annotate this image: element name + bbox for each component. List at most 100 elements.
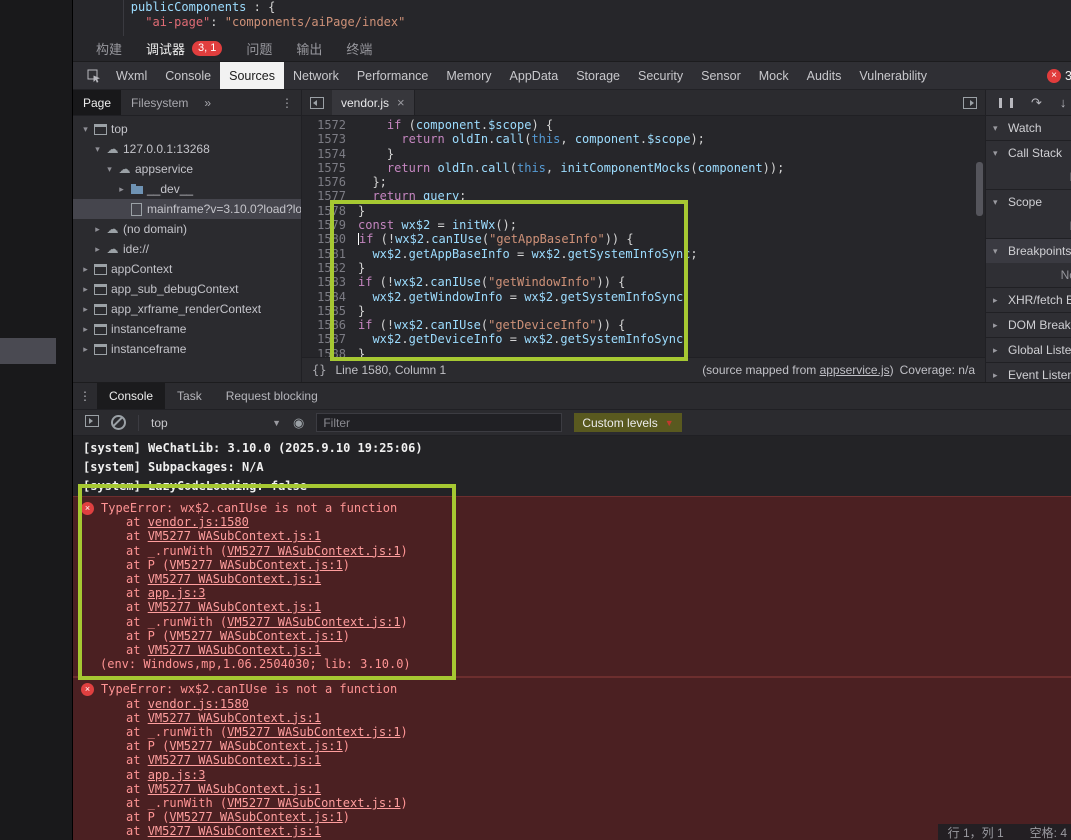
devtools-tab-mock[interactable]: Mock	[750, 62, 798, 89]
devtools-tab-sensor[interactable]: Sensor	[692, 62, 750, 89]
stack-frame-link[interactable]: VM5277 WASubContext.js:1	[148, 600, 321, 614]
line-number[interactable]: 1584	[302, 290, 358, 304]
console-sidebar-icon[interactable]	[85, 415, 99, 430]
sourcemap-link[interactable]: appservice.js	[820, 363, 890, 377]
stack-frame-link[interactable]: VM5277 WASubContext.js:1	[148, 782, 321, 796]
stack-frame-link[interactable]: VM5277 WASubContext.js:1	[169, 629, 342, 643]
devtools-tab-console[interactable]: Console	[156, 62, 220, 89]
debugger-section-dom-breakpoints[interactable]: ▸DOM Breakpoints	[986, 312, 1071, 337]
tab-filesystem[interactable]: Filesystem	[121, 90, 198, 115]
file-tree-item[interactable]: ▸instanceframe	[73, 339, 301, 359]
line-number[interactable]: 1572	[302, 118, 358, 132]
stack-frame-link[interactable]: app.js:3	[148, 768, 206, 782]
stack-frame-link[interactable]: VM5277 WASubContext.js:1	[227, 725, 400, 739]
editor-scrollbar[interactable]	[976, 162, 983, 216]
line-number[interactable]: 1588	[302, 347, 358, 357]
line-number[interactable]: 1583	[302, 275, 358, 289]
line-number[interactable]: 1578	[302, 204, 358, 218]
line-number[interactable]: 1580	[302, 232, 358, 246]
ide-tab-debugger[interactable]: 调试器3, 1	[146, 39, 222, 58]
ide-tab-build[interactable]: 构建	[96, 39, 122, 58]
line-number[interactable]: 1581	[302, 247, 358, 261]
ide-tab-terminal[interactable]: 终端	[346, 39, 372, 58]
debugger-section-global-listeners[interactable]: ▸Global Listeners	[986, 337, 1071, 362]
line-number[interactable]: 1585	[302, 304, 358, 318]
file-tree-item[interactable]: ▾☁127.0.0.1:13268	[73, 139, 301, 159]
stack-frame-link[interactable]: VM5277 WASubContext.js:1	[169, 558, 342, 572]
line-number[interactable]: 1575	[302, 161, 358, 175]
more-tabs-chevron[interactable]: »	[198, 96, 217, 110]
step-over-icon[interactable]: ↷	[1031, 95, 1042, 111]
stack-frame-link[interactable]: VM5277 WASubContext.js:1	[227, 615, 400, 629]
stack-frame-link[interactable]: VM5277 WASubContext.js:1	[148, 824, 321, 838]
file-tree-item[interactable]: ▸☁(no domain)	[73, 219, 301, 239]
file-tree-item[interactable]: ▾top	[73, 119, 301, 139]
tab-console[interactable]: Console	[97, 383, 165, 409]
devtools-tab-security[interactable]: Security	[629, 62, 692, 89]
line-number[interactable]: 1574	[302, 147, 358, 161]
line-number[interactable]: 1582	[302, 261, 358, 275]
tab-page[interactable]: Page	[73, 90, 121, 115]
console-messages[interactable]: [system] WeChatLib: 3.10.0 (2025.9.10 19…	[73, 436, 1071, 840]
console-menu-icon[interactable]: ⋮	[73, 389, 97, 403]
stack-frame-link[interactable]: VM5277 WASubContext.js:1	[148, 643, 321, 657]
devtools-error-badge[interactable]: × 3	[1047, 69, 1071, 83]
file-tree-item[interactable]: ▸appContext	[73, 259, 301, 279]
log-levels-selector[interactable]: Custom levels ▼	[574, 413, 681, 432]
close-icon[interactable]: ×	[397, 95, 405, 110]
stack-frame-link[interactable]: app.js:3	[148, 586, 206, 600]
ide-tab-problems[interactable]: 问题	[246, 39, 272, 58]
devtools-tab-vulnerability[interactable]: Vulnerability	[850, 62, 936, 89]
devtools-tab-wxml[interactable]: Wxml	[107, 62, 156, 89]
line-number[interactable]: 1577	[302, 189, 358, 203]
devtools-tab-storage[interactable]: Storage	[567, 62, 629, 89]
file-tree-item[interactable]: ▸app_xrframe_renderContext	[73, 299, 301, 319]
file-tree-item[interactable]: ▸app_sub_debugContext	[73, 279, 301, 299]
devtools-tab-memory[interactable]: Memory	[437, 62, 500, 89]
cursor-line-col[interactable]: 行 1，列 1	[948, 824, 1004, 840]
tab-task[interactable]: Task	[165, 383, 214, 409]
clear-console-icon[interactable]	[111, 415, 126, 430]
context-selector[interactable]: top ▼	[151, 416, 281, 430]
ide-tab-output[interactable]: 输出	[296, 39, 322, 58]
debugger-section-breakpoints[interactable]: ▾Breakpoints	[986, 238, 1071, 263]
line-number[interactable]: 1587	[302, 332, 358, 346]
file-tree-item[interactable]: ▸☁ide://	[73, 239, 301, 259]
file-tree-item[interactable]: ▾☁appservice	[73, 159, 301, 179]
debugger-section-call-stack[interactable]: ▾Call Stack	[986, 140, 1071, 165]
show-debugger-icon[interactable]	[963, 97, 977, 109]
debugger-section-watch[interactable]: ▾Watch	[986, 116, 1071, 140]
stack-frame-link[interactable]: VM5277 WASubContext.js:1	[169, 810, 342, 824]
tab-request-blocking[interactable]: Request blocking	[214, 383, 330, 409]
filter-input[interactable]	[316, 413, 562, 432]
stack-frame-link[interactable]: VM5277 WASubContext.js:1	[148, 529, 321, 543]
line-number[interactable]: 1573	[302, 132, 358, 146]
hide-navigator-icon[interactable]	[310, 97, 324, 109]
code-viewport[interactable]: 1572 if (component.$scope) {1573 return …	[302, 116, 985, 357]
pretty-print-icon[interactable]: {}	[312, 363, 326, 377]
stack-frame-link[interactable]: vendor.js:1580	[148, 515, 249, 529]
devtools-tab-sources[interactable]: Sources	[220, 62, 284, 89]
devtools-tab-performance[interactable]: Performance	[348, 62, 438, 89]
pause-icon[interactable]	[999, 98, 1013, 108]
line-number[interactable]: 1586	[302, 318, 358, 332]
debugger-section-xhr-fetch-breakpoints[interactable]: ▸XHR/fetch Breakpoints	[986, 287, 1071, 312]
stack-frame-link[interactable]: vendor.js:1580	[148, 697, 249, 711]
inspect-element-icon[interactable]	[81, 69, 107, 83]
stack-frame-link[interactable]: VM5277 WASubContext.js:1	[169, 739, 342, 753]
stack-frame-link[interactable]: VM5277 WASubContext.js:1	[227, 544, 400, 558]
editor-tab-vendor[interactable]: vendor.js ×	[332, 90, 415, 115]
line-number[interactable]: 1579	[302, 218, 358, 232]
devtools-tab-audits[interactable]: Audits	[798, 62, 851, 89]
stack-frame-link[interactable]: VM5277 WASubContext.js:1	[227, 796, 400, 810]
devtools-tab-network[interactable]: Network	[284, 62, 348, 89]
live-expression-icon[interactable]: ◉	[293, 415, 304, 431]
file-tree-item[interactable]: ▸instanceframe	[73, 319, 301, 339]
step-into-icon[interactable]: ↓	[1060, 95, 1067, 110]
file-tree-item[interactable]: mainframe?v=3.10.0?load?lo	[73, 199, 301, 219]
stack-frame-link[interactable]: VM5277 WASubContext.js:1	[148, 572, 321, 586]
line-number[interactable]: 1576	[302, 175, 358, 189]
stack-frame-link[interactable]: VM5277 WASubContext.js:1	[148, 711, 321, 725]
devtools-tab-appdata[interactable]: AppData	[501, 62, 568, 89]
indentation-setting[interactable]: 空格: 4	[1030, 824, 1067, 840]
